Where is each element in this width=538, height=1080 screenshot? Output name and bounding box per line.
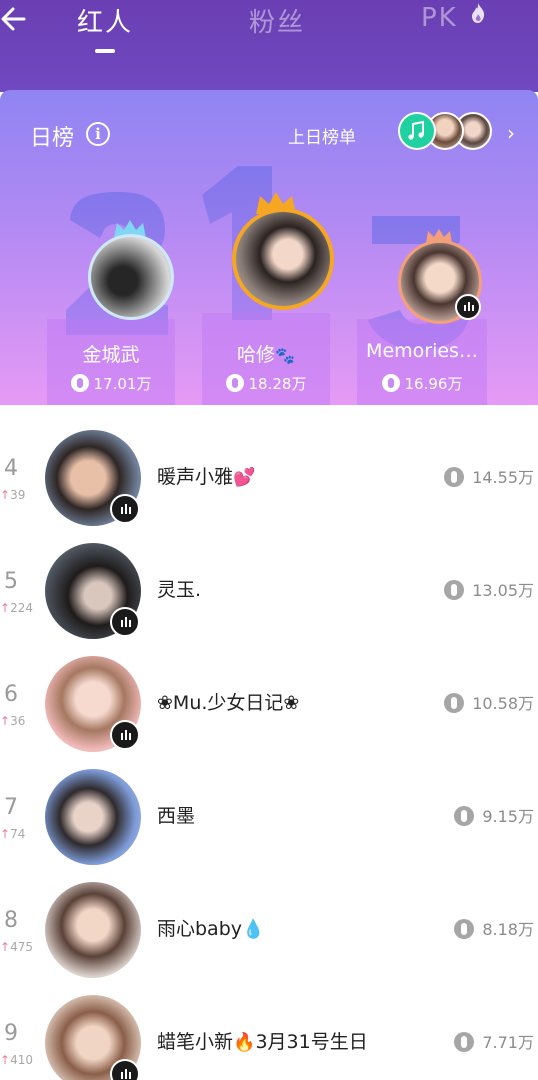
list-item[interactable]: 4 ↑39 暖声小雅💕 14.55万 <box>0 430 538 543</box>
rank-change: ↑36 <box>0 714 26 728</box>
podium-name-1: 哈修🐾 <box>237 344 295 366</box>
rank-change: ↑475 <box>0 940 33 954</box>
info-icon[interactable]: i <box>86 122 110 146</box>
score: 13.05万 <box>444 577 534 601</box>
daily-board: 日榜 i 上日榜单 › 金城武 17.01万 哈修🐾 18.28万 Memori… <box>0 90 538 405</box>
rank-number: 7 <box>4 795 18 820</box>
score: 9.15万 <box>454 803 534 827</box>
coin-icon <box>454 1032 475 1052</box>
rank-up-arrow-icon: ↑ <box>0 488 11 502</box>
avatar[interactable] <box>45 882 141 978</box>
coin-icon <box>225 374 244 392</box>
live-icon <box>455 294 481 320</box>
rank-change: ↑410 <box>0 1053 33 1067</box>
coin-icon <box>444 693 465 713</box>
tab-indicator <box>95 49 115 53</box>
coin-icon <box>454 919 475 939</box>
coin-icon <box>444 467 465 487</box>
rank-up-arrow-icon: ↑ <box>0 1053 11 1067</box>
podium-name-3: Memories… <box>366 340 478 362</box>
list-item[interactable]: 6 ↑36 ❀Mu.少女日记❀ 10.58万 <box>0 656 538 769</box>
rank-number: 8 <box>4 908 18 933</box>
coin-icon <box>381 374 400 392</box>
tab-fans[interactable]: 粉丝 <box>249 2 305 39</box>
rank-number: 9 <box>4 1021 18 1046</box>
tab-pk-label: PK <box>421 3 458 33</box>
user-name: 雨心baby💧 <box>157 918 265 940</box>
list-item[interactable]: 9 ↑410 蜡笔小新🔥3月31号生日 7.71万 <box>0 995 538 1080</box>
live-icon <box>110 720 140 750</box>
score: 8.18万 <box>454 916 534 940</box>
podium-score-2: 17.01万 <box>47 373 175 394</box>
user-name: 暖声小雅💕 <box>157 466 256 488</box>
live-icon <box>110 494 140 524</box>
score: 14.55万 <box>444 464 534 488</box>
user-name: ❀Mu.少女日记❀ <box>157 692 300 714</box>
list-item[interactable]: 5 ↑224 灵玉. 13.05万 <box>0 543 538 656</box>
score: 7.71万 <box>454 1029 534 1053</box>
list-item[interactable]: 8 ↑475 雨心baby💧 8.18万 <box>0 882 538 995</box>
rank-number: 4 <box>4 456 18 481</box>
coin-icon <box>70 374 89 392</box>
flame-icon <box>472 3 485 23</box>
previous-day-board-link[interactable]: 上日榜单 <box>288 123 356 148</box>
podium-score-1: 18.28万 <box>202 373 330 394</box>
user-name: 西墨 <box>157 805 196 827</box>
rank-number: 6 <box>4 682 18 707</box>
board-title: 日榜 <box>30 126 75 151</box>
previous-board-avatars[interactable] <box>398 112 494 152</box>
chevron-right-icon[interactable]: › <box>507 121 515 145</box>
rank-change: ↑224 <box>0 601 33 615</box>
coin-icon <box>444 580 465 600</box>
rank-up-arrow-icon: ↑ <box>0 940 11 954</box>
tab-pk[interactable]: PK <box>421 2 486 33</box>
rank-change: ↑74 <box>0 827 26 841</box>
top-nav-bar: 红人 粉丝 PK <box>0 0 538 92</box>
avatar-rank-2[interactable] <box>88 234 174 320</box>
user-name: 蜡笔小新🔥3月31号生日 <box>157 1031 368 1053</box>
rank-up-arrow-icon: ↑ <box>0 601 11 615</box>
rank-change: ↑39 <box>0 488 26 502</box>
avatar-rank-1[interactable] <box>232 208 334 310</box>
podium-score-3: 16.96万 <box>357 373 487 394</box>
coin-icon <box>454 806 475 826</box>
list-item[interactable]: 7 ↑74 西墨 9.15万 <box>0 769 538 882</box>
rank-up-arrow-icon: ↑ <box>0 827 11 841</box>
score: 10.58万 <box>444 690 534 714</box>
rank-number: 5 <box>4 569 18 594</box>
live-icon <box>110 607 140 637</box>
tab-hot[interactable]: 红人 <box>77 2 133 39</box>
podium-name-2: 金城武 <box>82 344 140 366</box>
back-arrow-icon[interactable] <box>0 4 28 34</box>
music-note-icon <box>398 112 436 150</box>
user-name: 灵玉. <box>157 579 202 601</box>
avatar[interactable] <box>45 769 141 865</box>
rank-up-arrow-icon: ↑ <box>0 714 11 728</box>
